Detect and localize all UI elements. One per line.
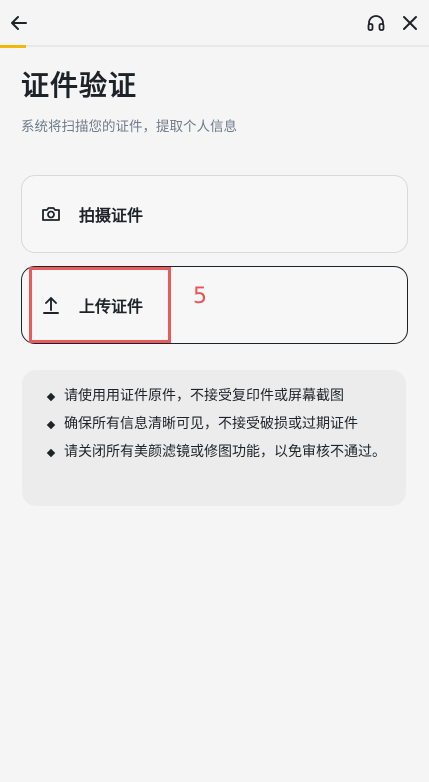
page-title: 证件验证: [21, 69, 138, 102]
list-item: 确保所有信息清晰可见，不接受破损或过期证件: [48, 412, 386, 436]
upload-icon: [39, 293, 63, 317]
progress-bar: [0, 45, 26, 48]
close-button[interactable]: [395, 8, 425, 38]
upload-document-label: 上传证件: [79, 297, 144, 316]
annotation-number: 5: [193, 284, 207, 309]
capture-document-button[interactable]: 拍摄证件: [21, 175, 408, 253]
support-button[interactable]: [361, 8, 391, 38]
header-divider: [0, 45, 429, 47]
capture-document-label: 拍摄证件: [79, 206, 144, 225]
headset-icon: [367, 15, 385, 31]
list-item: 请使用用证件原件，不接受复印件或屏幕截图: [48, 384, 386, 408]
top-bar: [0, 0, 429, 48]
upload-document-button[interactable]: 上传证件: [21, 266, 408, 344]
close-icon: [403, 16, 417, 30]
camera-icon: [39, 202, 63, 226]
list-item: 请关闭所有美颜滤镜或修图功能，以免审核不通过。: [48, 440, 386, 464]
arrow-left-icon: [11, 16, 27, 30]
requirements-list: 请使用用证件原件，不接受复印件或屏幕截图 确保所有信息清晰可见，不接受破损或过期…: [48, 384, 386, 464]
requirements-box: 请使用用证件原件，不接受复印件或屏幕截图 确保所有信息清晰可见，不接受破损或过期…: [22, 370, 406, 506]
back-button[interactable]: [4, 8, 34, 38]
page-subtitle: 系统将扫描您的证件，提取个人信息: [21, 119, 237, 135]
